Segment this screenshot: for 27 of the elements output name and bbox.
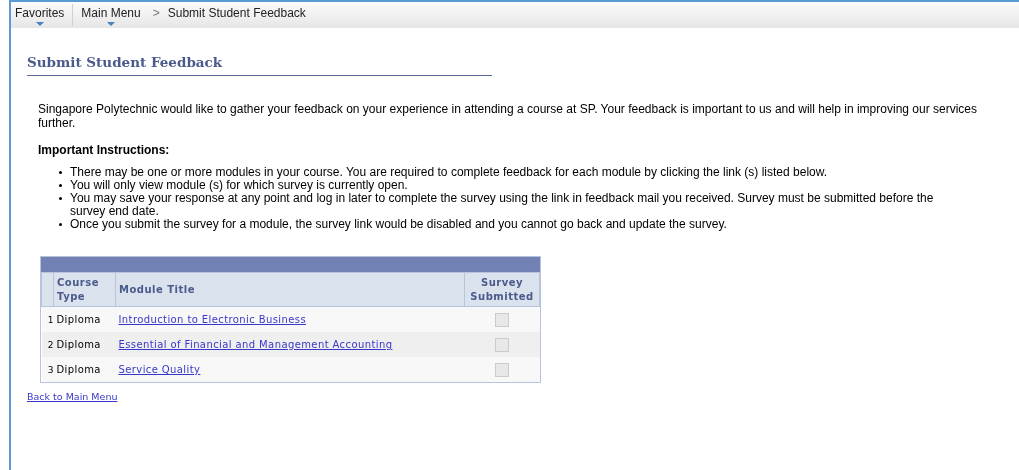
row-number: 2 xyxy=(41,332,54,357)
row-number: 3 xyxy=(41,357,54,382)
instruction-text: Once you submit the survey for a module, the survey link would be disabled and you cannot go back and update the survey. xyxy=(70,218,728,231)
instruction-text: You may save your response at any point and log in later to complete the survey using the link in feedback mail you received. Survey must be submitted before the survey end date. xyxy=(70,192,935,218)
module-link[interactable]: Service Quality xyxy=(118,364,201,375)
row-number: 1 xyxy=(41,306,54,332)
bullet-icon xyxy=(59,171,62,174)
breadcrumb-current: Submit Student Feedback xyxy=(167,5,306,20)
instruction-text: There may be one or more modules in your course. You are required to complete feedback for each module by clicking the link (s) listed below. xyxy=(70,166,829,179)
column-header: Course Type xyxy=(53,272,116,307)
breadcrumb-separator: > xyxy=(151,5,161,20)
back-link[interactable]: Back to Main Menu xyxy=(27,391,118,402)
instruction-text: You will only view module (s) for which survey is currently open. xyxy=(70,179,408,192)
menu-link[interactable]: Main Menu xyxy=(81,2,145,20)
bullet-icon xyxy=(59,184,62,187)
menu-link[interactable]: Favorites xyxy=(15,2,69,20)
caret-icon xyxy=(35,22,44,26)
column-header: Survey Submitted xyxy=(464,272,540,307)
bullet-icon xyxy=(59,223,62,226)
instructions-heading: Important Instructions: xyxy=(38,143,171,157)
page-title: Submit Student Feedback xyxy=(27,54,224,70)
bullet-icon xyxy=(59,197,62,200)
intro-paragraph: Singapore Polytechnic would like to gather your feedback on your experience in attending a course at SP. Your feedback is important to us and will help in improving our services further. xyxy=(38,102,978,130)
caret-icon xyxy=(107,22,116,26)
table-cell: Diploma xyxy=(53,357,116,382)
table-cell: Diploma xyxy=(53,332,116,357)
column-header: Module Title xyxy=(115,272,465,307)
